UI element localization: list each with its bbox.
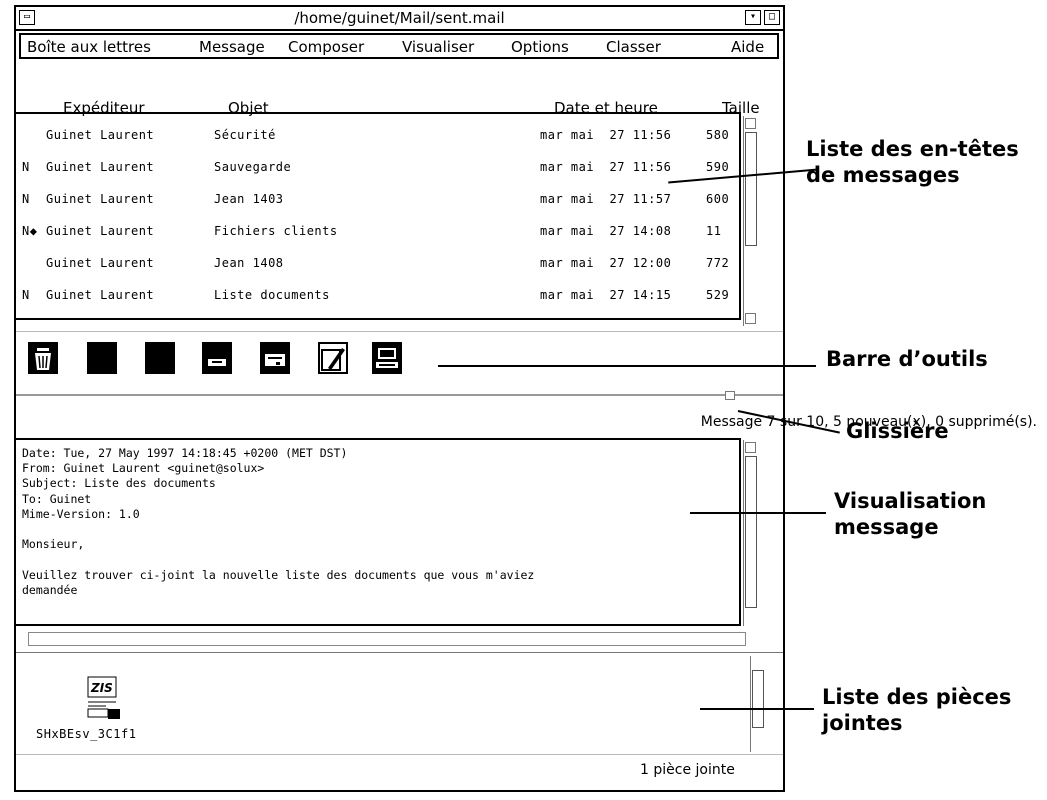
message-flag: N xyxy=(22,192,30,206)
blank-icon-2[interactable] xyxy=(145,342,175,374)
message-row[interactable]: Guinet Laurent Jean 1408 mar mai 27 12:0… xyxy=(16,248,739,278)
divider xyxy=(16,652,783,653)
message-subject: Fichiers clients xyxy=(214,224,338,238)
blank-icon-1[interactable] xyxy=(87,342,117,374)
message-date: mar mai 27 11:56 xyxy=(540,160,672,174)
message-row[interactable]: N Guinet Laurent Liste documents mar mai… xyxy=(16,280,739,310)
message-date: mar mai 27 14:15 xyxy=(540,288,672,302)
menu-aide[interactable]: Aide xyxy=(731,38,764,56)
message-size: 580 xyxy=(706,128,730,142)
menu-visualiser[interactable]: Visualiser xyxy=(402,38,474,56)
scrollbar-thumb[interactable] xyxy=(745,132,757,246)
message-row[interactable]: N Guinet Laurent Jean 1403 mar mai 27 11… xyxy=(16,184,739,214)
message-size: 600 xyxy=(706,192,730,206)
message-subject: Sauvegarde xyxy=(214,160,292,174)
message-sender: Guinet Laurent xyxy=(46,128,155,142)
pane-slider-handle[interactable] xyxy=(725,391,735,400)
message-date: mar mai 27 12:00 xyxy=(540,256,672,270)
message-date: mar mai 27 11:57 xyxy=(540,192,672,206)
scroll-up-icon[interactable] xyxy=(745,442,756,453)
message-size: 590 xyxy=(706,160,730,174)
scroll-down-icon[interactable] xyxy=(745,313,756,324)
message-size: 11 xyxy=(706,224,722,238)
message-subject: Jean 1403 xyxy=(214,192,284,206)
annotation-toolbar: Barre d’outils xyxy=(826,347,988,371)
divider xyxy=(16,331,783,332)
message-row[interactable]: N Guinet Laurent Sauvegarde mar mai 27 1… xyxy=(16,152,739,182)
annotation-view: Visualisation message xyxy=(834,489,987,539)
annotation-line-attachments xyxy=(700,708,814,710)
annotation-slider: Glissière xyxy=(846,419,949,443)
scrollbar-thumb[interactable] xyxy=(745,456,757,608)
message-view-scrollbar[interactable] xyxy=(743,440,757,626)
message-date: mar mai 27 14:08 xyxy=(540,224,672,238)
message-subject: Sécurité xyxy=(214,128,276,142)
message-sender: Guinet Laurent xyxy=(46,288,155,302)
attachment-file-icon[interactable]: ZIS xyxy=(70,675,122,723)
maximize-icon[interactable]: □ xyxy=(764,10,780,25)
divider xyxy=(16,754,783,755)
annotation-headers: Liste des en-têtes de messages xyxy=(806,137,1019,187)
attachment-count: 1 pièce jointe xyxy=(640,762,735,778)
message-size: 529 xyxy=(706,288,730,302)
menu-bar: Boîte aux lettres Message Composer Visua… xyxy=(19,33,779,59)
message-view[interactable]: Date: Tue, 27 May 1997 14:18:45 +0200 (M… xyxy=(14,438,741,626)
message-body: Date: Tue, 27 May 1997 14:18:45 +0200 (M… xyxy=(22,446,535,597)
annotation-attachments: Liste des pièces jointes xyxy=(822,685,1012,735)
message-sender: Guinet Laurent xyxy=(46,224,155,238)
message-list-scrollbar[interactable] xyxy=(743,116,757,326)
message-subject: Liste documents xyxy=(214,288,330,302)
attachment-scrollbar[interactable] xyxy=(750,656,764,752)
minimize-icon[interactable]: ▾ xyxy=(745,10,761,25)
title-bar[interactable]: ▭ /home/guinet/Mail/sent.mail ▾ □ xyxy=(16,7,783,31)
menu-composer[interactable]: Composer xyxy=(288,38,364,56)
reply-icon[interactable] xyxy=(372,342,402,374)
scroll-up-icon[interactable] xyxy=(745,118,756,129)
window-title: /home/guinet/Mail/sent.mail xyxy=(294,9,505,27)
message-date: mar mai 27 11:56 xyxy=(540,128,672,142)
message-flag: N xyxy=(22,288,30,302)
annotation-line-toolbar xyxy=(438,365,816,367)
message-flag: N xyxy=(22,160,30,174)
menu-boite-aux-lettres[interactable]: Boîte aux lettres xyxy=(27,38,151,56)
save-icon[interactable] xyxy=(260,342,290,374)
scrollbar-thumb[interactable] xyxy=(752,670,764,728)
attachment-icon-label: ZIS xyxy=(90,681,113,695)
message-header-list[interactable]: Guinet Laurent Sécurité mar mai 27 11:56… xyxy=(14,112,741,320)
message-view-hscrollbar[interactable] xyxy=(28,632,746,646)
print-icon[interactable] xyxy=(202,342,232,374)
message-row[interactable]: Guinet Laurent Sécurité mar mai 27 11:56… xyxy=(16,120,739,150)
message-sender: Guinet Laurent xyxy=(46,192,155,206)
menu-message[interactable]: Message xyxy=(199,38,265,56)
message-flag: N◆ xyxy=(22,224,38,238)
menu-classer[interactable]: Classer xyxy=(606,38,661,56)
delete-icon[interactable] xyxy=(28,342,58,374)
message-subject: Jean 1408 xyxy=(214,256,284,270)
message-sender: Guinet Laurent xyxy=(46,160,155,174)
message-sender: Guinet Laurent xyxy=(46,256,155,270)
menu-options[interactable]: Options xyxy=(511,38,569,56)
message-size: 772 xyxy=(706,256,730,270)
attachment-file-name[interactable]: SHxBEsv_3C1f1 xyxy=(36,727,136,741)
pane-divider xyxy=(16,394,783,396)
annotation-line-view xyxy=(690,512,826,514)
compose-icon[interactable] xyxy=(318,342,348,374)
message-row[interactable]: N◆ Guinet Laurent Fichiers clients mar m… xyxy=(16,216,739,246)
